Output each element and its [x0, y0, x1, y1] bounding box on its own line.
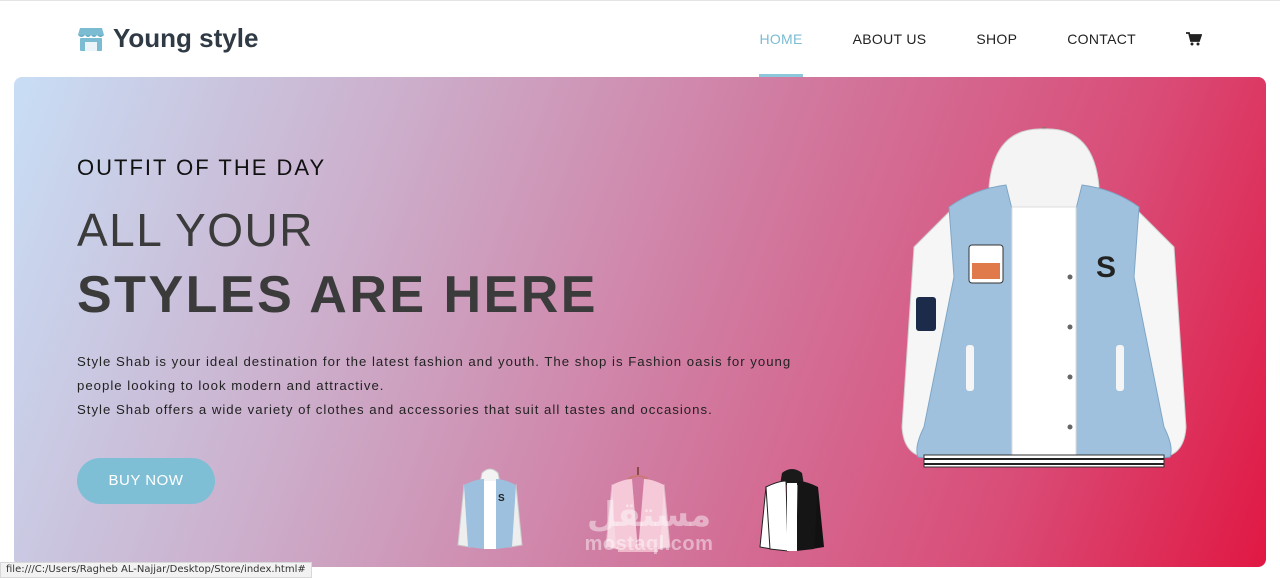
description-line: people looking to look modern and attrac… — [77, 378, 385, 393]
nav-shop[interactable]: SHOP — [976, 1, 1017, 77]
browser-status-bar: file:///C:/Users/Ragheb AL-Najjar/Deskto… — [0, 562, 312, 578]
black-jacket-thumbnail[interactable] — [756, 467, 828, 555]
svg-text:S: S — [1096, 251, 1116, 284]
store-icon — [78, 27, 104, 51]
svg-text:S: S — [498, 493, 505, 504]
blue-varsity-jacket-image: S — [901, 127, 1187, 468]
brand-logo[interactable]: Young style — [77, 23, 258, 54]
nav-about-us[interactable]: ABOUT US — [853, 1, 927, 77]
hero-banner: OUTFIT OF THE DAY ALL YOUR STYLES ARE HE… — [14, 77, 1266, 567]
watermark-arabic: مستقل — [586, 495, 712, 535]
mostaql-watermark: مستقل mostaql.com — [564, 497, 734, 556]
description-line: Style Shab offers a wide variety of clot… — [77, 402, 713, 417]
hero-title-bold: STYLES ARE HERE — [77, 266, 598, 324]
blue-jacket-thumbnail[interactable]: S — [454, 465, 526, 553]
hero-description: Style Shab is your ideal destination for… — [77, 350, 837, 422]
site-header: Young style HOME ABOUT US SHOP CONTACT — [0, 1, 1280, 77]
nav-contact[interactable]: CONTACT — [1067, 1, 1136, 77]
cart-button[interactable] — [1186, 1, 1204, 77]
cart-icon — [1186, 32, 1202, 46]
hero-eyebrow: OUTFIT OF THE DAY — [77, 155, 327, 180]
description-line: Style Shab is your ideal destination for… — [77, 354, 792, 369]
nav-home[interactable]: HOME — [759, 1, 803, 77]
brand-name: Young style — [113, 23, 259, 53]
buy-now-button[interactable]: BUY NOW — [77, 458, 215, 504]
watermark-latin: mostaql.com — [584, 533, 714, 555]
hero-title-light: ALL YOUR — [77, 204, 314, 256]
page: Young style HOME ABOUT US SHOP CONTACT O… — [0, 0, 1280, 578]
main-nav: HOME ABOUT US SHOP CONTACT — [709, 1, 1204, 77]
